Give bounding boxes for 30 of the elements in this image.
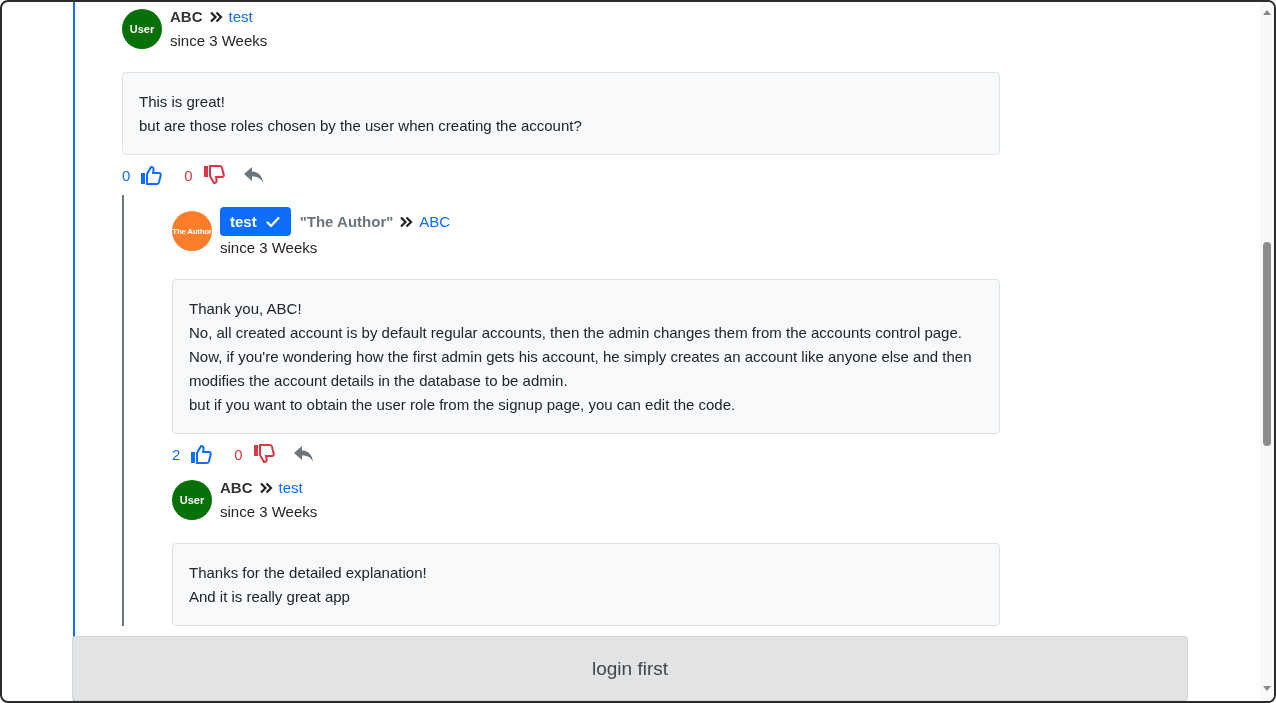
avatar: User — [122, 9, 162, 49]
dislike-count: 0 — [234, 445, 243, 463]
reply-icon[interactable] — [292, 445, 315, 463]
thumbs-down-icon[interactable] — [252, 444, 275, 464]
thumbs-up-icon[interactable] — [140, 165, 163, 185]
thumbs-down-icon[interactable] — [202, 165, 225, 185]
comment-time: since 3 Weeks — [220, 238, 319, 258]
comment-body: This is great! but are those roles chosen by the user when creating the account? — [122, 72, 1000, 155]
avatar: User — [172, 480, 212, 520]
like-count: 0 — [122, 166, 131, 184]
double-chevron-icon — [208, 11, 223, 23]
reply-icon[interactable] — [242, 166, 265, 184]
reply-to-link[interactable]: test — [278, 476, 303, 500]
like-count: 2 — [172, 445, 181, 463]
thumbs-up-icon[interactable] — [190, 444, 213, 464]
author-name: ABC — [220, 478, 253, 498]
comment-time: since 3 Weeks — [220, 502, 318, 522]
comment-time: since 3 Weeks — [170, 31, 268, 51]
double-chevron-icon — [258, 482, 273, 494]
author-badge: test — [220, 207, 291, 236]
dislike-count: 0 — [184, 166, 193, 184]
login-bar[interactable]: login first — [72, 636, 1188, 701]
double-chevron-icon — [399, 215, 414, 228]
author-name: ABC — [170, 7, 203, 27]
reply-to-link[interactable]: test — [228, 5, 253, 29]
author-label: "The Author" — [299, 211, 394, 232]
reply-to-link[interactable]: ABC — [419, 209, 451, 234]
comment-body: Thanks for the detailed explanation! And it is really great app — [172, 543, 1000, 626]
comment-body: Thank you, ABC! No, all created account is by default regular accounts, then the admin changes them from the accounts control page. Now, if you're wondering how the first admin gets his account, he simply creates an account like anyone else and then modifies the account details in the database to be admin. but if you want to obtain the user role from the signup page, you can edit the code. — [172, 279, 1000, 434]
avatar: The Author — [172, 211, 212, 251]
